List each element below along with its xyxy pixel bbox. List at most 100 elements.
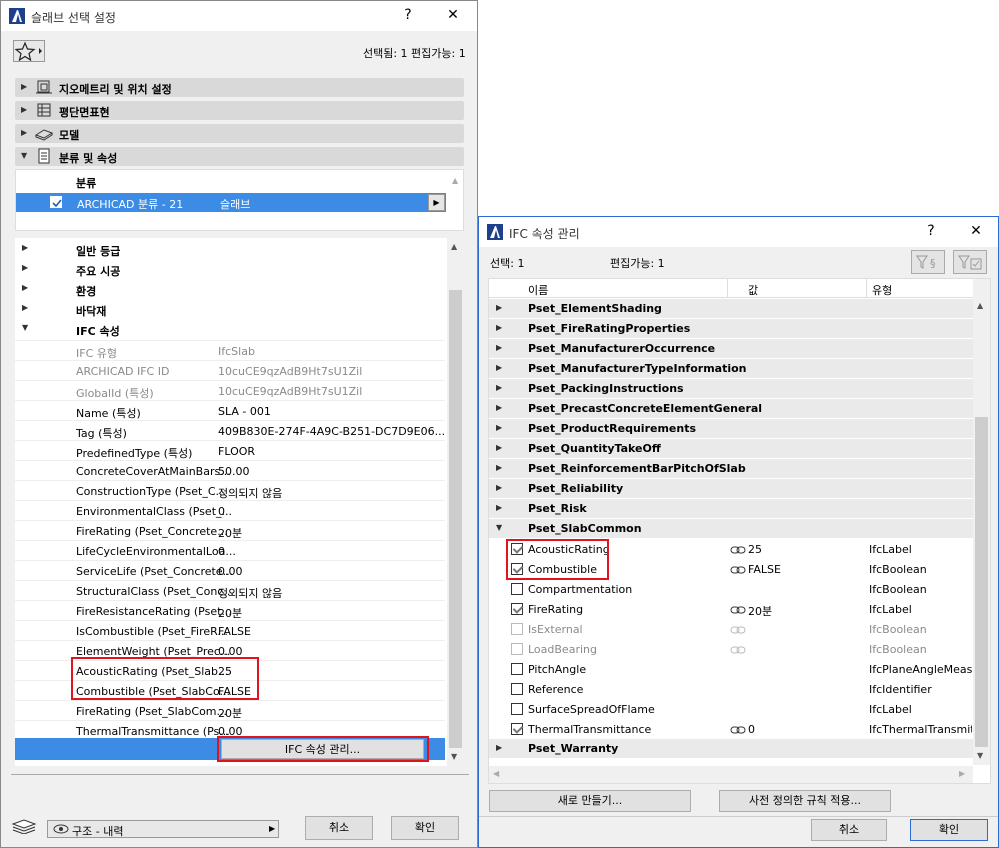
classification-checkbox[interactable] bbox=[50, 196, 62, 208]
pset-row[interactable]: ▶ Pset_ElementShading bbox=[489, 299, 973, 319]
property-value[interactable]: 정의되지 않음 bbox=[218, 585, 282, 601]
pset-row[interactable]: ▶ Pset_Risk bbox=[489, 499, 973, 519]
expand-arrow-icon[interactable]: ▶ bbox=[496, 463, 502, 472]
property-row[interactable]: StructuralClass (Pset_Conc... 정의되지 않음 bbox=[15, 580, 445, 600]
panel-floorplan[interactable]: ▶ 평단면표현 bbox=[15, 101, 464, 120]
pset-row[interactable]: ▶ Pset_Reliability bbox=[489, 479, 973, 499]
collapse-arrow-icon[interactable]: ▼ bbox=[22, 323, 28, 332]
property-row[interactable]: FireRating (Pset_Concrete... 20분 bbox=[15, 520, 445, 540]
expand-arrow-icon[interactable]: ▶ bbox=[496, 423, 502, 432]
property-row[interactable]: ThermalTransmittance 0 IfcThermalTransmitt bbox=[489, 719, 973, 739]
property-checkbox[interactable] bbox=[511, 703, 523, 715]
pset-row[interactable]: ▶ Pset_ManufacturerTypeInformation bbox=[489, 359, 973, 379]
property-row[interactable]: PredefinedType (특성) FLOOR bbox=[15, 440, 445, 460]
vertical-scrollbar[interactable]: ▲ ▼ bbox=[447, 238, 464, 766]
classification-arrow-button[interactable]: ▶ bbox=[428, 194, 445, 211]
filter-pset-button[interactable]: § bbox=[911, 250, 945, 274]
horizontal-scrollbar[interactable]: ◀ ▶ bbox=[489, 766, 973, 783]
vertical-scrollbar[interactable]: ▲ ▼ bbox=[973, 279, 990, 765]
property-checkbox[interactable] bbox=[511, 683, 523, 695]
group-row[interactable]: ▼ IFC 속성 bbox=[15, 320, 445, 340]
group-row[interactable]: ▶ 주요 시공 bbox=[15, 260, 445, 280]
expand-arrow-icon[interactable]: ▶ bbox=[496, 323, 502, 332]
panel-geometry[interactable]: ▶ 지오메트리 및 위치 설정 bbox=[15, 78, 464, 97]
scroll-up-icon[interactable]: ▲ bbox=[977, 301, 983, 310]
property-value[interactable]: 50.00 bbox=[218, 465, 250, 478]
property-checkbox[interactable] bbox=[511, 663, 523, 675]
property-row[interactable]: SurfaceSpreadOfFlame IfcLabel bbox=[489, 699, 973, 719]
pset-row[interactable]: ▶ Pset_FireRatingProperties bbox=[489, 319, 973, 339]
pset-row[interactable]: ▶ Pset_QuantityTakeOff bbox=[489, 439, 973, 459]
help-button[interactable]: ? bbox=[398, 7, 418, 23]
property-row[interactable]: ServiceLife (Pset_Concrete... 0.00 bbox=[15, 560, 445, 580]
new-button[interactable]: 새로 만들기... bbox=[489, 790, 691, 812]
cancel-button[interactable]: 취소 bbox=[811, 819, 887, 841]
help-button[interactable]: ? bbox=[921, 223, 941, 239]
ok-button[interactable]: 확인 bbox=[910, 819, 988, 841]
property-value[interactable]: 0 bbox=[218, 505, 225, 518]
pset-row[interactable]: ▶ Pset_ReinforcementBarPitchOfSlab bbox=[489, 459, 973, 479]
property-value[interactable]: 정의되지 않음 bbox=[218, 485, 282, 501]
property-row[interactable]: Reference IfcIdentifier bbox=[489, 679, 973, 699]
expand-arrow-icon[interactable]: ▶ bbox=[496, 363, 502, 372]
close-button[interactable]: ✕ bbox=[443, 7, 463, 23]
property-value[interactable]: 0.00 bbox=[218, 565, 243, 578]
property-row[interactable]: IsCombustible (Pset_FireR... FALSE bbox=[15, 620, 445, 640]
expand-arrow-icon[interactable]: ▶ bbox=[22, 303, 28, 312]
pset-row[interactable]: ▶ Pset_Warranty bbox=[489, 739, 973, 759]
expand-arrow-icon[interactable]: ▶ bbox=[496, 403, 502, 412]
expand-arrow-icon[interactable]: ▶ bbox=[496, 383, 502, 392]
scroll-up-icon[interactable]: ▲ bbox=[451, 242, 457, 251]
scroll-thumb[interactable] bbox=[975, 417, 988, 747]
expand-arrow-icon[interactable]: ▶ bbox=[496, 443, 502, 452]
collapse-arrow-icon[interactable]: ▼ bbox=[496, 523, 502, 532]
expand-arrow-icon[interactable]: ▶ bbox=[22, 283, 28, 292]
pset-row[interactable]: ▼ Pset_SlabCommon bbox=[489, 519, 973, 539]
pset-row[interactable]: ▶ Pset_PackingInstructions bbox=[489, 379, 973, 399]
property-checkbox[interactable] bbox=[511, 583, 523, 595]
property-row[interactable]: ConstructionType (Pset_C... 정의되지 않음 bbox=[15, 480, 445, 500]
ok-button[interactable]: 확인 bbox=[391, 816, 459, 840]
filter-checked-button[interactable] bbox=[953, 250, 987, 274]
property-value[interactable]: 20분 bbox=[748, 603, 772, 619]
property-value[interactable]: 20분 bbox=[218, 605, 242, 621]
scroll-up-icon[interactable]: ▲ bbox=[452, 176, 458, 185]
pset-row[interactable]: ▶ Pset_PrecastConcreteElementGeneral bbox=[489, 399, 973, 419]
property-row[interactable]: Name (특성) SLA - 001 bbox=[15, 400, 445, 420]
property-row[interactable]: PitchAngle IfcPlaneAngleMeasu bbox=[489, 659, 973, 679]
panel-classification[interactable]: ▼ 분류 및 속성 bbox=[15, 147, 464, 166]
expand-arrow-icon[interactable]: ▶ bbox=[496, 743, 502, 752]
group-row[interactable]: ▶ 환경 bbox=[15, 280, 445, 300]
property-value[interactable]: 409B830E-274F-4A9C-B251-DC7D9E06... bbox=[218, 425, 445, 438]
property-row[interactable]: Compartmentation IfcBoolean bbox=[489, 579, 973, 599]
group-row[interactable]: ▶ 일반 등급 bbox=[15, 240, 445, 260]
expand-arrow-icon[interactable]: ▶ bbox=[496, 303, 502, 312]
column-value-header[interactable]: 값 bbox=[748, 282, 758, 298]
pset-row[interactable]: ▶ Pset_ManufacturerOccurrence bbox=[489, 339, 973, 359]
property-value[interactable]: SLA - 001 bbox=[218, 405, 271, 418]
property-row[interactable]: FireResistanceRating (Pset... 20분 bbox=[15, 600, 445, 620]
column-name-header[interactable]: 이름 bbox=[528, 282, 548, 298]
property-value[interactable]: FLOOR bbox=[218, 445, 255, 458]
property-value[interactable]: 25 bbox=[748, 543, 762, 556]
property-row[interactable]: ConcreteCoverAtMainBars... 50.00 bbox=[15, 460, 445, 480]
property-row[interactable]: LifeCycleEnvironmentalLoa... 0 bbox=[15, 540, 445, 560]
column-type-header[interactable]: 유형 bbox=[872, 282, 892, 298]
property-value[interactable]: FALSE bbox=[218, 625, 251, 638]
property-row[interactable]: EnvironmentalClass (Pset_... 0 bbox=[15, 500, 445, 520]
property-checkbox[interactable] bbox=[511, 603, 523, 615]
favorites-button[interactable] bbox=[13, 40, 45, 62]
scroll-right-icon[interactable]: ▶ bbox=[959, 769, 965, 778]
property-row[interactable]: Tag (특성) 409B830E-274F-4A9C-B251-DC7D9E06… bbox=[15, 420, 445, 440]
pset-row[interactable]: ▶ Pset_ProductRequirements bbox=[489, 419, 973, 439]
property-value[interactable]: 0 bbox=[218, 545, 225, 558]
scroll-thumb[interactable] bbox=[449, 290, 462, 748]
scroll-left-icon[interactable]: ◀ bbox=[493, 769, 499, 778]
classification-row[interactable]: ARCHICAD 분류 - 21 슬래브 ▶ bbox=[16, 193, 446, 212]
view-select[interactable]: 구조 - 내력 ▶ bbox=[47, 820, 279, 838]
expand-arrow-icon[interactable]: ▶ bbox=[496, 503, 502, 512]
expand-arrow-icon[interactable]: ▶ bbox=[496, 343, 502, 352]
property-row[interactable]: FireRating (Pset_SlabCom... 20분 bbox=[15, 700, 445, 720]
property-value[interactable]: 20분 bbox=[218, 705, 242, 721]
group-row[interactable]: ▶ 바닥재 bbox=[15, 300, 445, 320]
